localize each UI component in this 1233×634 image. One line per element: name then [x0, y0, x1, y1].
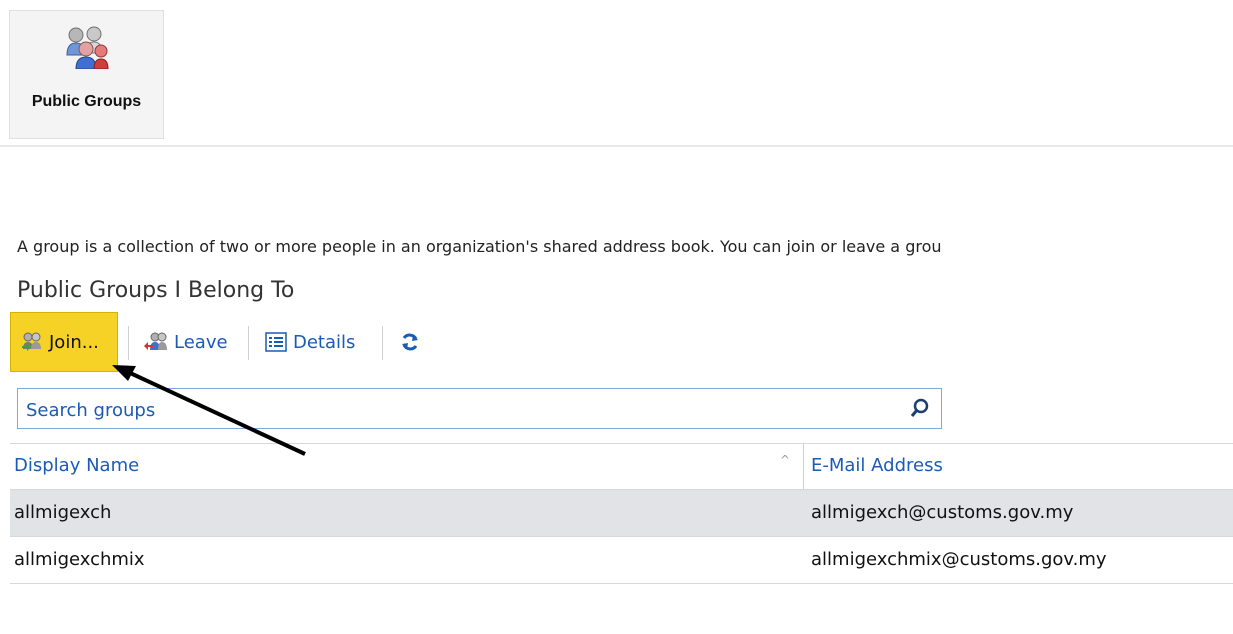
search-input[interactable]	[24, 395, 898, 425]
join-label: Join...	[49, 331, 99, 353]
section-title: Public Groups I Belong To	[17, 278, 295, 303]
row-display-name: allmigexchmix	[14, 549, 145, 570]
search-box	[17, 388, 942, 429]
column-header-display-name[interactable]: Display Name	[14, 455, 139, 476]
join-button[interactable]: Join...	[10, 312, 118, 372]
leave-group-icon	[144, 332, 167, 350]
table-row[interactable]: allmigexchmix allmigexchmix@customs.gov.…	[10, 537, 1233, 583]
table-row[interactable]: allmigexch allmigexch@customs.gov.my	[10, 490, 1233, 536]
row-divider	[10, 583, 1233, 584]
details-button[interactable]: Details	[265, 312, 355, 372]
toolbar-separator	[382, 326, 383, 360]
intro-text: A group is a collection of two or more p…	[17, 237, 942, 256]
table-header: Display Name ^ E-Mail Address	[10, 443, 1233, 489]
toolbar-separator	[248, 326, 249, 360]
groups-toolbar: Join... Leave Details	[10, 312, 1233, 372]
toolbar-separator	[128, 326, 129, 360]
refresh-icon	[402, 333, 418, 351]
search-icon[interactable]	[909, 397, 931, 419]
leave-button[interactable]: Leave	[144, 312, 228, 372]
leave-label: Leave	[174, 331, 228, 353]
people-group-icon	[66, 26, 109, 69]
public-groups-tile[interactable]: Public Groups	[9, 10, 164, 139]
refresh-button[interactable]	[400, 312, 426, 372]
sort-ascending-icon: ^	[780, 453, 791, 467]
row-email: allmigexch@customs.gov.my	[811, 502, 1074, 523]
row-email: allmigexchmix@customs.gov.my	[811, 549, 1107, 570]
row-display-name: allmigexch	[14, 502, 112, 523]
header-divider	[0, 145, 1233, 147]
details-label: Details	[293, 331, 356, 353]
join-group-icon	[22, 332, 41, 351]
column-divider[interactable]	[803, 443, 804, 489]
details-list-icon	[265, 332, 287, 352]
tile-label: Public Groups	[31, 93, 142, 110]
column-header-email[interactable]: E-Mail Address	[811, 455, 943, 476]
